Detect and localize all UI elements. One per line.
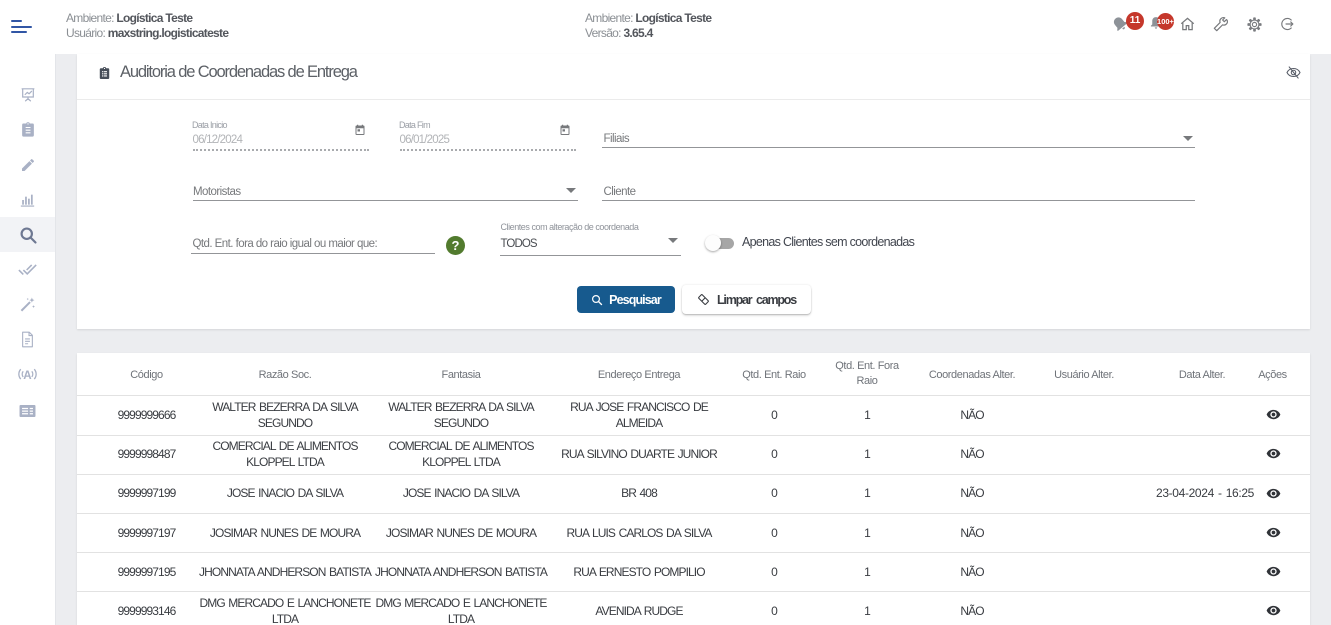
svg-text:A: A (23, 370, 32, 382)
